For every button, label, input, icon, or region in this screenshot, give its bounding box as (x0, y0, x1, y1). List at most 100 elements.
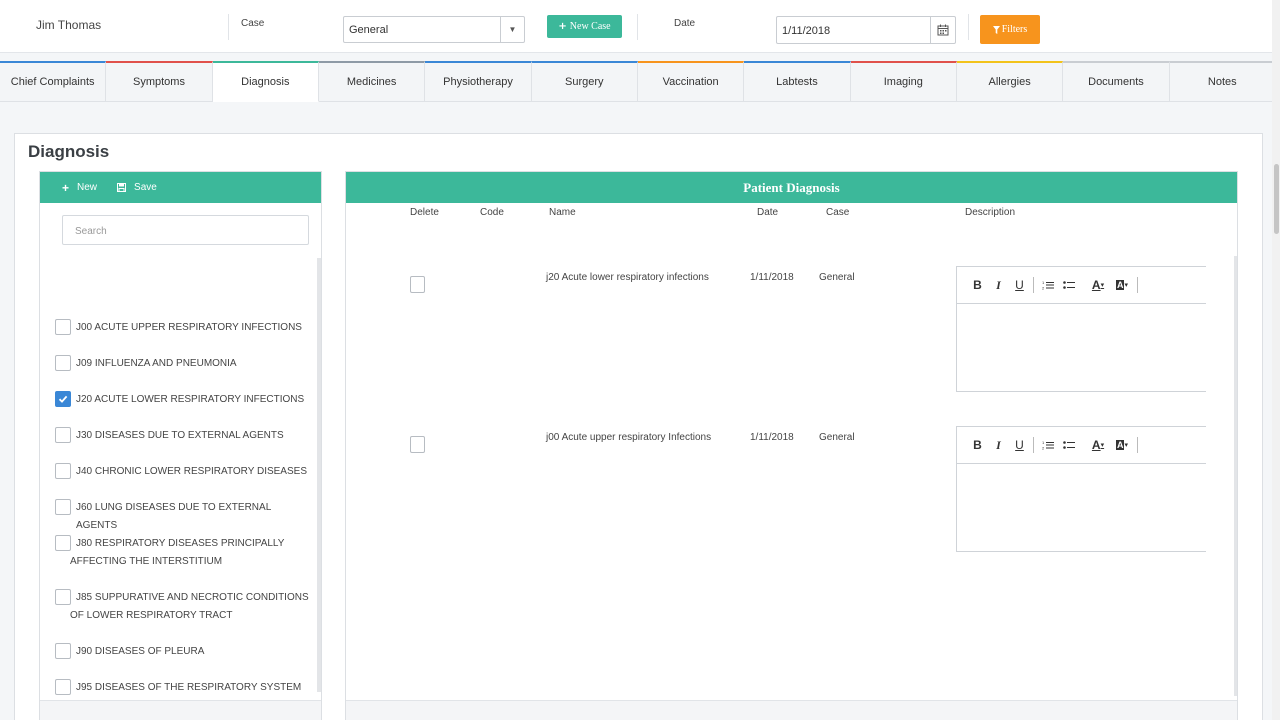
list-item[interactable]: J95 DISEASES OF THE RESPIRATORY SYSTEM (55, 679, 310, 697)
list-item[interactable]: J90 DISEASES OF PLEURA (55, 643, 310, 661)
patient-name: Jim Thomas (36, 18, 102, 32)
delete-checkbox[interactable] (410, 436, 425, 453)
tab-surgery[interactable]: Surgery (531, 61, 638, 102)
checkbox[interactable] (55, 679, 71, 695)
list-item-label: J30 DISEASES DUE TO EXTERNAL AGENTS (76, 430, 284, 441)
svg-text:1: 1 (1042, 280, 1045, 285)
diagnosis-panel: Diagnosis + New Save Search J00 ACUTE UP… (14, 133, 1263, 720)
new-case-button[interactable]: + New Case (547, 15, 622, 38)
tab-symptoms[interactable]: Symptoms (106, 61, 213, 102)
ordered-list-icon[interactable]: 12 (1037, 435, 1058, 455)
diagnosis-name: j00 Acute upper respiratory Infections (546, 432, 712, 443)
tab-imaging[interactable]: Imaging (850, 61, 957, 102)
font-color-icon[interactable]: A ▾ (1086, 275, 1110, 295)
filters-label: Filters (1001, 24, 1028, 35)
divider (637, 14, 638, 40)
highlight-color-icon[interactable]: A ▾ (1110, 435, 1134, 455)
list-item-label: J90 DISEASES OF PLEURA (76, 646, 205, 657)
case-select-value: General (349, 24, 389, 36)
list-footer (40, 700, 321, 720)
date-value: 1/11/2018 (782, 25, 831, 37)
column-header-name: Name (549, 207, 576, 218)
tab-chief-complaints[interactable]: Chief Complaints (0, 61, 107, 102)
search-input[interactable]: Search (62, 215, 309, 245)
chevron-down-icon[interactable]: ▼ (500, 17, 524, 42)
description-editor[interactable]: B I U 1 2 A ▾ A ▾ (956, 426, 1206, 552)
list-item[interactable]: J30 DISEASES DUE TO EXTERNAL AGENTS (55, 427, 310, 445)
tab-labtests[interactable]: Labtests (744, 61, 851, 102)
checkbox[interactable] (55, 535, 71, 551)
column-header-date: Date (757, 207, 779, 218)
unordered-list-icon[interactable] (1058, 435, 1079, 455)
font-color-icon[interactable]: A ▾ (1086, 435, 1110, 455)
table-footer (346, 700, 1237, 720)
divider (968, 14, 969, 40)
panel-title: Diagnosis (28, 142, 110, 161)
checkbox[interactable] (55, 319, 71, 335)
italic-button[interactable]: I (988, 435, 1009, 455)
toolbar-divider (1137, 277, 1138, 293)
diagnosis-name: j20 Acute lower respiratory infections (546, 272, 709, 283)
plus-icon: + (558, 21, 567, 32)
list-item[interactable]: J20 ACUTE LOWER RESPIRATORY INFECTIONS (55, 391, 310, 409)
list-item[interactable]: J80 RESPIRATORY DISEASES PRINCIPALLY AFF… (55, 535, 310, 571)
checkbox[interactable] (55, 643, 71, 659)
date-label: Date (674, 18, 696, 29)
tab-vaccination[interactable]: Vaccination (637, 61, 745, 102)
table-scrollbar[interactable] (1234, 256, 1237, 696)
list-item[interactable]: J60 LUNG DISEASES DUE TO EXTERNAL AGENTS (55, 499, 310, 535)
list-item-label: J20 ACUTE LOWER RESPIRATORY INFECTIONS (76, 394, 305, 405)
list-item[interactable]: J09 INFLUENZA AND PNEUMONIA (55, 355, 310, 373)
tab-physiotherapy[interactable]: Physiotherapy (425, 61, 532, 102)
tab-documents[interactable]: Documents (1063, 61, 1170, 102)
list-item-label: J40 CHRONIC LOWER RESPIRATORY DISEASES (76, 466, 307, 477)
list-item-label: J60 LUNG DISEASES DUE TO EXTERNAL AGENTS (76, 502, 271, 531)
italic-button[interactable]: I (988, 275, 1009, 295)
checkbox[interactable] (55, 499, 71, 515)
save-label: Save (134, 182, 157, 193)
bold-button[interactable]: B (967, 435, 988, 455)
diagnosis-date: 1/11/2018 (750, 272, 794, 283)
new-button[interactable]: + New (62, 181, 97, 195)
underline-button[interactable]: U (1009, 435, 1030, 455)
diagnosis-case: General (819, 432, 855, 443)
svg-text:1: 1 (1042, 440, 1045, 445)
page-scrollbar[interactable] (1272, 0, 1280, 720)
plus-icon: + (62, 180, 70, 195)
tab-medicines[interactable]: Medicines (318, 61, 426, 102)
case-label: Case (241, 18, 265, 29)
list-item[interactable]: J00 ACUTE UPPER RESPIRATORY INFECTIONS (55, 319, 310, 337)
ordered-list-icon[interactable]: 12 (1037, 275, 1058, 295)
save-icon (117, 183, 127, 192)
case-select[interactable]: General ▼ (343, 16, 525, 43)
tab-allergies[interactable]: Allergies (956, 61, 1064, 102)
column-header-code: Code (480, 207, 504, 218)
checkbox[interactable] (55, 355, 71, 371)
checkbox[interactable] (55, 589, 71, 605)
bold-button[interactable]: B (967, 275, 988, 295)
underline-button[interactable]: U (1009, 275, 1030, 295)
scrollbar-thumb[interactable] (1274, 164, 1279, 234)
list-scrollbar[interactable] (317, 258, 321, 692)
list-item[interactable]: J40 CHRONIC LOWER RESPIRATORY DISEASES (55, 463, 310, 481)
date-field[interactable]: 1/11/2018 (776, 16, 956, 44)
checkbox[interactable] (55, 463, 71, 479)
unordered-list-icon[interactable] (1058, 275, 1079, 295)
tab-notes[interactable]: Notes (1169, 61, 1276, 102)
filters-button[interactable]: Filters (980, 15, 1040, 44)
highlight-color-icon[interactable]: A ▾ (1110, 275, 1134, 295)
editor-toolbar: B I U 1 2 A ▾ A ▾ (957, 267, 1206, 304)
column-header-case: Case (826, 207, 850, 218)
checkbox[interactable] (55, 427, 71, 443)
toolbar-divider (1137, 437, 1138, 453)
delete-checkbox[interactable] (410, 276, 425, 293)
column-header-delete: Delete (410, 207, 439, 218)
divider (228, 14, 229, 40)
calendar-icon[interactable] (930, 17, 955, 43)
save-button[interactable]: Save (117, 182, 157, 193)
list-item[interactable]: J85 SUPPURATIVE AND NECROTIC CONDITIONS … (55, 589, 310, 625)
description-editor[interactable]: B I U 1 2 A ▾ A ▾ (956, 266, 1206, 392)
tab-diagnosis[interactable]: Diagnosis (212, 61, 319, 102)
tab-bar: Chief Complaints Symptoms Diagnosis Medicin… (0, 61, 1276, 102)
checkbox-checked[interactable] (55, 391, 71, 407)
